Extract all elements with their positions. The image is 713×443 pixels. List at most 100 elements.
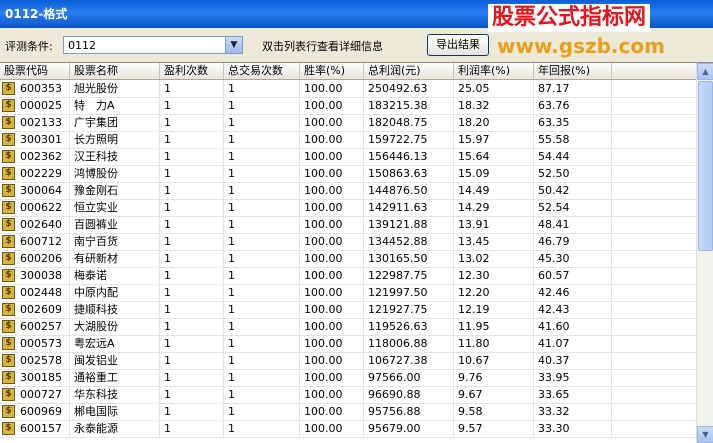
- column-header[interactable]: 胜率(%): [300, 63, 364, 79]
- table-cell: 百圆裤业: [70, 216, 160, 233]
- table-cell: 1: [224, 131, 300, 148]
- table-cell: 600257: [16, 318, 70, 335]
- table-row[interactable]: $002609 捷顺科技 1 1 100.00 121927.75 12.19 42.43: [0, 301, 696, 319]
- table-cell: 9.57: [454, 420, 534, 437]
- table-cell: 1: [160, 335, 224, 352]
- table-cell: 1: [224, 301, 300, 318]
- table-cell: 100.00: [300, 369, 364, 386]
- table-row[interactable]: $600157 永泰能源 1 1 100.00 95679.00 9.57 33.30: [0, 420, 696, 438]
- table-cell: 1: [160, 301, 224, 318]
- table-cell: 300064: [16, 182, 70, 199]
- table-cell: 1: [224, 386, 300, 403]
- table-cell: 300301: [16, 131, 70, 148]
- table-cell: 豫金刚石: [70, 182, 160, 199]
- table-row[interactable]: $300301 长方照明 1 1 100.00 159722.75 15.97 55.58: [0, 131, 696, 149]
- table-cell: 100.00: [300, 233, 364, 250]
- table-cell: 119526.63: [364, 318, 454, 335]
- table-row[interactable]: $600257 大湖股份 1 1 100.00 119526.63 11.95 41.60: [0, 318, 696, 336]
- table-cell: 100.00: [300, 80, 364, 97]
- table-cell: 1: [160, 386, 224, 403]
- table-cell: 1: [160, 403, 224, 420]
- column-header[interactable]: 总利润(元): [364, 63, 454, 79]
- table-row[interactable]: $000025 特 力A 1 1 100.00 183215.38 18.32 63.76: [0, 97, 696, 115]
- table-cell: 60.57: [534, 267, 612, 284]
- table-cell: 002362: [16, 148, 70, 165]
- table-cell: 1: [160, 420, 224, 437]
- column-header[interactable]: 股票代码: [0, 63, 70, 79]
- table-row[interactable]: $600353 旭光股份 1 1 100.00 250492.63 25.05 87.17: [0, 80, 696, 98]
- table-cell: 41.60: [534, 318, 612, 335]
- table-cell: 13.91: [454, 216, 534, 233]
- table-cell: 52.50: [534, 165, 612, 182]
- export-button[interactable]: 导出结果: [427, 34, 489, 56]
- table-cell: 100.00: [300, 250, 364, 267]
- table-cell: 100.00: [300, 199, 364, 216]
- table-row[interactable]: $002640 百圆裤业 1 1 100.00 139121.88 13.91 48.41: [0, 216, 696, 234]
- table-row[interactable]: $600969 郴电国际 1 1 100.00 95756.88 9.58 33.32: [0, 403, 696, 421]
- table-cell: 9.58: [454, 403, 534, 420]
- table-header: 股票代码 股票名称 盈利次数 总交易次数 胜率(%) 总利润(元) 利润率(%) 年回报(%): [0, 63, 696, 80]
- table-cell: 95756.88: [364, 403, 454, 420]
- table-row[interactable]: $002362 汉王科技 1 1 100.00 156446.13 15.64 54.44: [0, 148, 696, 166]
- table-cell: 100.00: [300, 420, 364, 437]
- scroll-up-icon[interactable]: ▲: [697, 63, 713, 80]
- table-cell: 63.76: [534, 97, 612, 114]
- table-cell: 梅泰诺: [70, 267, 160, 284]
- table-cell: 1: [160, 114, 224, 131]
- table-cell: 100.00: [300, 352, 364, 369]
- stock-icon: $: [2, 150, 15, 163]
- hint-text: 双击列表行查看详细信息: [262, 40, 383, 53]
- table-cell: 002448: [16, 284, 70, 301]
- column-header[interactable]: 股票名称: [70, 63, 160, 79]
- table-cell: 100.00: [300, 182, 364, 199]
- table-row[interactable]: $002229 鸿博股份 1 1 100.00 150863.63 15.09 52.50: [0, 165, 696, 183]
- table-row[interactable]: $600206 有研新材 1 1 100.00 130165.50 13.02 45.30: [0, 250, 696, 268]
- table-cell: 1: [160, 267, 224, 284]
- table-cell: 182048.75: [364, 114, 454, 131]
- table-row[interactable]: $600712 南宁百货 1 1 100.00 134452.88 13.45 46.79: [0, 233, 696, 251]
- table-cell: 1: [224, 199, 300, 216]
- table-cell: 1: [224, 318, 300, 335]
- table-cell: 1: [160, 199, 224, 216]
- scroll-thumb[interactable]: [698, 81, 713, 251]
- stock-icon: $: [2, 371, 15, 384]
- table-cell: 永泰能源: [70, 420, 160, 437]
- table-row[interactable]: $000727 华东科技 1 1 100.00 96690.88 9.67 33.65: [0, 386, 696, 404]
- scroll-down-icon[interactable]: ▼: [697, 426, 713, 443]
- stock-icon: $: [2, 133, 15, 146]
- chevron-down-icon[interactable]: ▼: [225, 37, 242, 53]
- table-cell: 300185: [16, 369, 70, 386]
- table-cell: 48.41: [534, 216, 612, 233]
- table-cell: 1: [224, 369, 300, 386]
- table-row[interactable]: $002133 广宇集团 1 1 100.00 182048.75 18.20 63.35: [0, 114, 696, 132]
- column-header[interactable]: 盈利次数: [160, 63, 224, 79]
- column-header[interactable]: 年回报(%): [534, 63, 612, 79]
- table-row[interactable]: $002578 闽发铝业 1 1 100.00 106727.38 10.67 40.37: [0, 352, 696, 370]
- table-cell: 1: [160, 80, 224, 97]
- table-row[interactable]: $000622 恒立实业 1 1 100.00 142911.63 14.29 52.54: [0, 199, 696, 217]
- table-cell: 600206: [16, 250, 70, 267]
- column-header[interactable]: 总交易次数: [224, 63, 300, 79]
- table-cell: 100.00: [300, 318, 364, 335]
- table-cell: 1: [224, 165, 300, 182]
- stock-icon: $: [2, 235, 15, 248]
- table-cell: 1: [224, 148, 300, 165]
- table-row[interactable]: $300064 豫金刚石 1 1 100.00 144876.50 14.49 50.42: [0, 182, 696, 200]
- table-row[interactable]: $300185 通裕重工 1 1 100.00 97566.00 9.76 33.95: [0, 369, 696, 387]
- table-cell: 46.79: [534, 233, 612, 250]
- table-cell: 18.20: [454, 114, 534, 131]
- table-cell: 183215.38: [364, 97, 454, 114]
- table-row[interactable]: $300038 梅泰诺 1 1 100.00 122987.75 12.30 60.57: [0, 267, 696, 285]
- table-cell: 1: [160, 148, 224, 165]
- table-cell: 南宁百货: [70, 233, 160, 250]
- column-header[interactable]: 利润率(%): [454, 63, 534, 79]
- filter-select[interactable]: 0112 ▼: [63, 36, 243, 54]
- vertical-scrollbar[interactable]: ▲ ▼: [696, 63, 713, 443]
- table-row[interactable]: $000573 粤宏远A 1 1 100.00 118006.88 11.80 41.07: [0, 335, 696, 353]
- table-cell: 1: [160, 352, 224, 369]
- table-cell: 1: [160, 318, 224, 335]
- table-cell: 300038: [16, 267, 70, 284]
- table-row[interactable]: $002448 中原内配 1 1 100.00 121997.50 12.20 42.46: [0, 284, 696, 302]
- table-cell: 121997.50: [364, 284, 454, 301]
- table-cell: 12.30: [454, 267, 534, 284]
